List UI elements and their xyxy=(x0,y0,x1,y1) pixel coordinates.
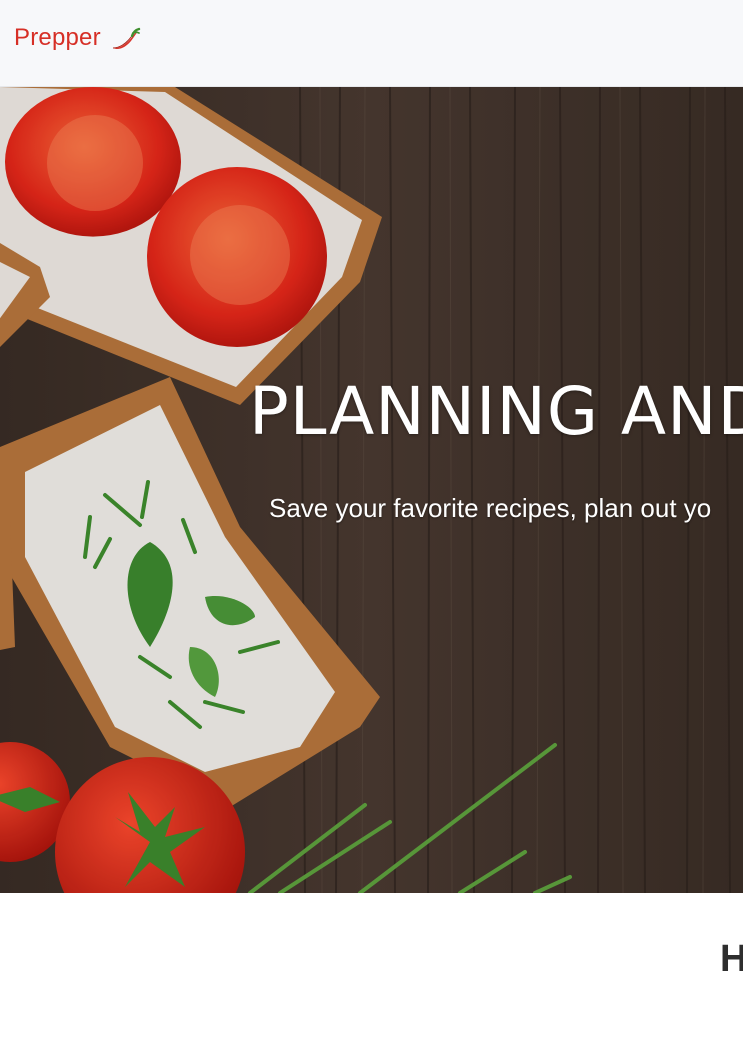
chili-pepper-icon xyxy=(112,27,140,50)
hero-banner: PLANNING AND Save your favorite recipes,… xyxy=(0,87,743,893)
hero-background-image xyxy=(0,87,743,893)
hero-subtitle: Save your favorite recipes, plan out yo xyxy=(269,493,712,523)
section-heading: H xyxy=(720,938,743,980)
hero-title: PLANNING AND xyxy=(249,373,743,450)
navbar: Prepper xyxy=(0,0,743,87)
brand-name: Prepper xyxy=(14,24,101,51)
brand-link[interactable]: Prepper xyxy=(14,24,143,52)
content-section xyxy=(0,893,743,1039)
